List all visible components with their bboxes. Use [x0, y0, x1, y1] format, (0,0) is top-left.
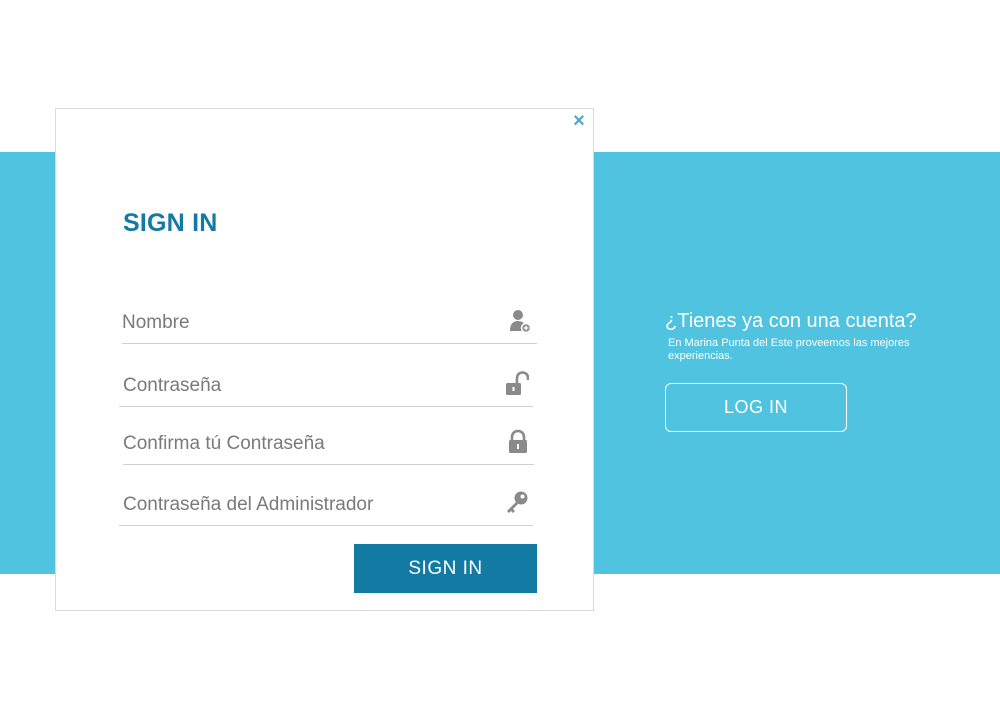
signin-button[interactable]: SIGN IN: [354, 544, 537, 593]
login-description: En Marina Punta del Este proveemos las m…: [668, 337, 910, 362]
unlock-icon: [505, 371, 530, 397]
close-icon: ×: [573, 110, 585, 132]
login-button[interactable]: LOG IN: [665, 383, 847, 432]
confirm-password-field: [123, 425, 534, 465]
login-panel: ¿Tienes ya con una cuenta? En Marina Pun…: [665, 310, 965, 363]
signin-card: × SIGN IN Nombre SIGN IN: [55, 108, 594, 611]
user-add-icon: [509, 308, 533, 334]
confirm-password-input[interactable]: [123, 425, 494, 463]
login-heading: ¿Tienes ya con una cuenta?: [665, 310, 917, 332]
key-icon: [505, 490, 529, 516]
signin-title: SIGN IN: [123, 209, 218, 237]
close-button[interactable]: ×: [571, 110, 587, 132]
page: × SIGN IN Nombre SIGN IN ¿Tienes ya con …: [0, 0, 1000, 714]
password-field: [119, 367, 533, 407]
admin-password-input[interactable]: [123, 486, 497, 524]
admin-password-field: [119, 486, 533, 526]
name-input[interactable]: [122, 304, 497, 342]
password-input[interactable]: [123, 367, 497, 405]
lock-icon: [506, 429, 530, 455]
name-field: [122, 304, 537, 344]
